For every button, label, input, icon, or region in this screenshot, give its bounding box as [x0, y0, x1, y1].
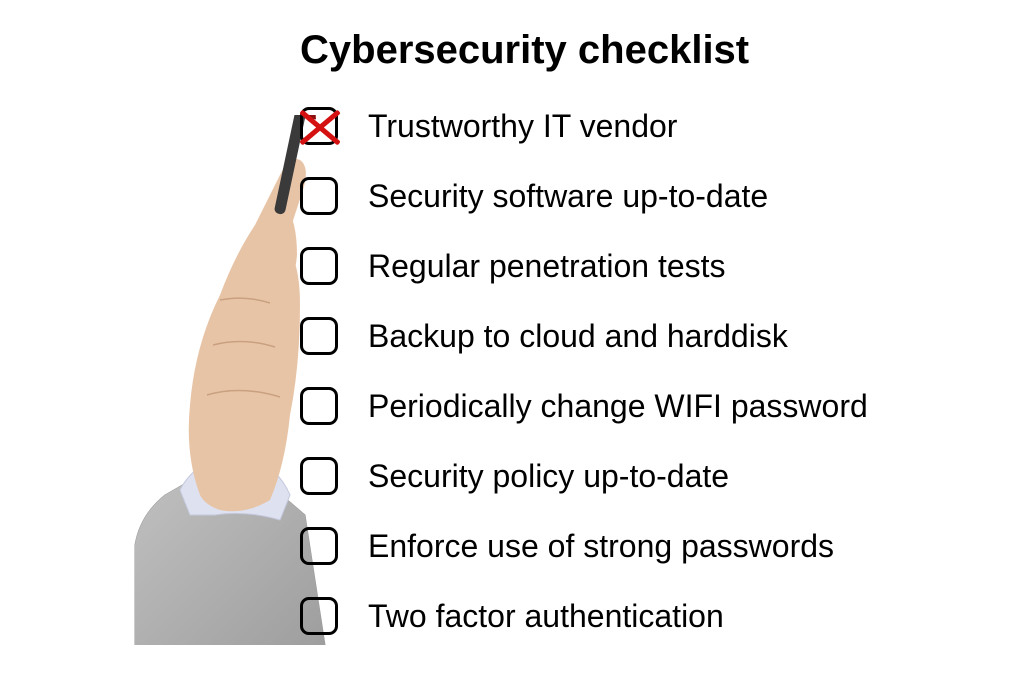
- checklist-item-label: Security policy up-to-date: [368, 458, 729, 495]
- checklist-item: Regular penetration tests: [300, 231, 1000, 301]
- checkbox-icon[interactable]: [300, 177, 338, 215]
- checkbox-icon[interactable]: [300, 527, 338, 565]
- checklist-item: Two factor authentication: [300, 581, 1000, 651]
- checkbox-checked-icon[interactable]: [300, 107, 338, 145]
- checklist-item: Security policy up-to-date: [300, 441, 1000, 511]
- checklist: Trustworthy IT vendor Security software …: [300, 91, 1000, 651]
- checklist-item: Backup to cloud and harddisk: [300, 301, 1000, 371]
- checklist-item-label: Backup to cloud and harddisk: [368, 318, 788, 355]
- checklist-item: Periodically change WIFI password: [300, 371, 1000, 441]
- checklist-item-label: Two factor authentication: [368, 598, 724, 635]
- checklist-item: Security software up-to-date: [300, 161, 1000, 231]
- checkbox-icon[interactable]: [300, 247, 338, 285]
- checklist-item-label: Security software up-to-date: [368, 178, 768, 215]
- checkbox-icon[interactable]: [300, 597, 338, 635]
- checklist-item: Trustworthy IT vendor: [300, 91, 1000, 161]
- checkbox-icon[interactable]: [300, 317, 338, 355]
- checklist-item-label: Enforce use of strong passwords: [368, 528, 834, 565]
- checklist-item-label: Trustworthy IT vendor: [368, 108, 677, 145]
- checkbox-icon[interactable]: [300, 457, 338, 495]
- checklist-panel: Cybersecurity checklist Trustworthy IT v…: [300, 28, 1000, 651]
- checklist-item-label: Regular penetration tests: [368, 248, 726, 285]
- checklist-item-label: Periodically change WIFI password: [368, 388, 868, 425]
- checklist-item: Enforce use of strong passwords: [300, 511, 1000, 581]
- checklist-title: Cybersecurity checklist: [300, 28, 1000, 73]
- checkbox-icon[interactable]: [300, 387, 338, 425]
